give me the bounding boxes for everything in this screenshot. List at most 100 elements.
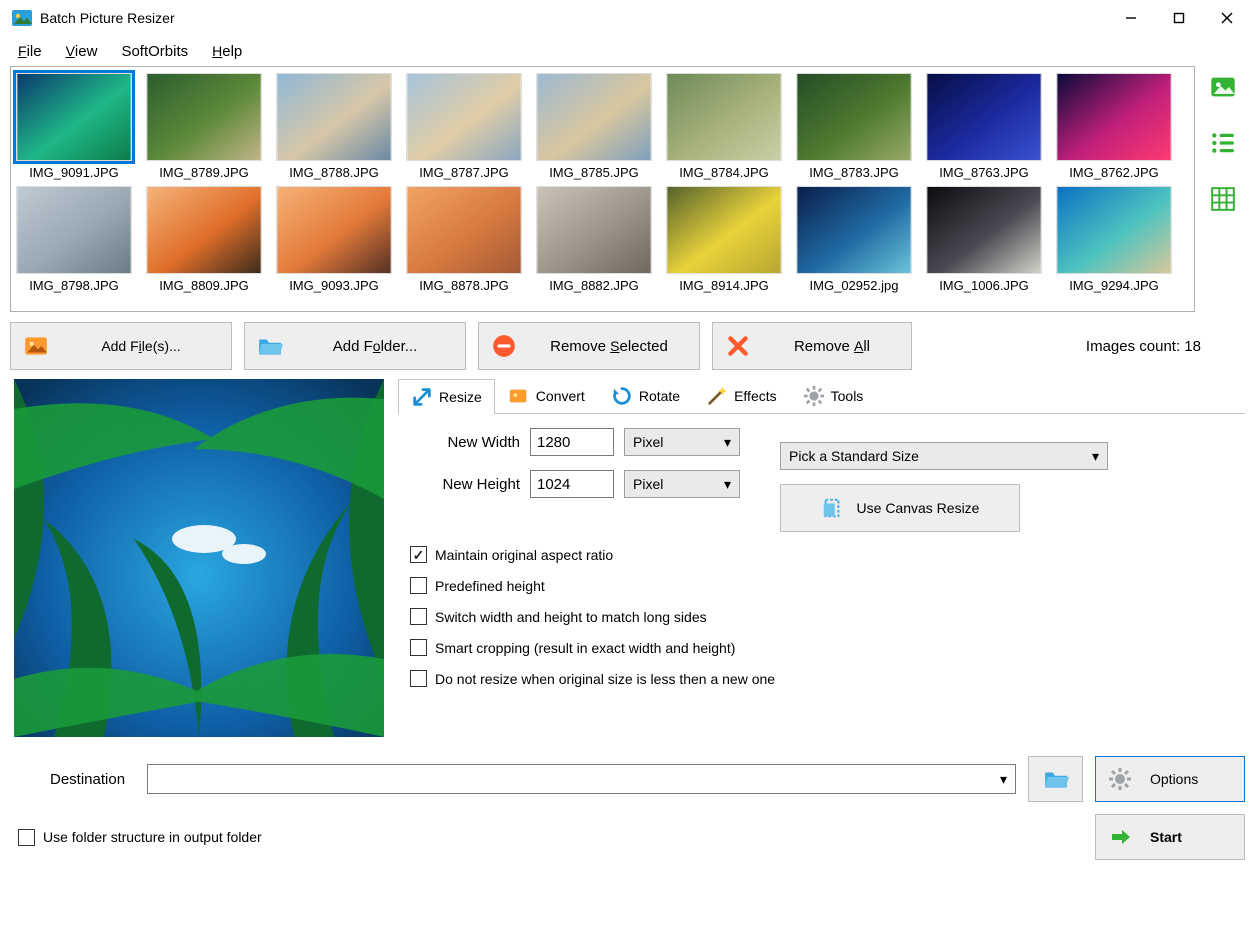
check-folder-structure[interactable]: Use folder structure in output folder xyxy=(18,829,262,846)
thumbnail-image xyxy=(406,73,522,161)
thumbnail-item[interactable]: IMG_8789.JPG xyxy=(145,73,263,180)
thumbnail-item[interactable]: IMG_8787.JPG xyxy=(405,73,523,180)
use-canvas-resize-button[interactable]: Use Canvas Resize xyxy=(780,484,1020,532)
thumbnail-image xyxy=(276,186,392,274)
remove-all-icon xyxy=(725,333,751,359)
remove-all-button[interactable]: Remove All xyxy=(712,322,912,370)
options-button[interactable]: Options xyxy=(1095,756,1245,802)
check-smart-cropping[interactable]: Smart cropping (result in exact width an… xyxy=(410,639,1233,656)
thumbnail-item[interactable]: IMG_8914.JPG xyxy=(665,186,783,293)
chevron-down-icon: ▾ xyxy=(724,434,731,451)
thumbnail-image xyxy=(666,186,782,274)
tab-label: Resize xyxy=(439,389,482,405)
height-unit-select[interactable]: Pixel ▾ xyxy=(624,470,740,498)
checkbox-label: Do not resize when original size is less… xyxy=(435,671,775,687)
view-mode-bar xyxy=(1201,66,1245,312)
thumbnail-item[interactable]: IMG_8798.JPG xyxy=(15,186,133,293)
button-label: Add Folder... xyxy=(297,338,453,355)
folder-open-icon xyxy=(257,333,283,359)
view-list-icon[interactable] xyxy=(1208,128,1238,158)
check-switch-sides[interactable]: Switch width and height to match long si… xyxy=(410,608,1233,625)
thumbnail-item[interactable]: IMG_02952.jpg xyxy=(795,186,913,293)
checkbox-label: Switch width and height to match long si… xyxy=(435,609,707,625)
rotate-icon xyxy=(611,385,633,407)
thumbnail-item[interactable]: IMG_1006.JPG xyxy=(925,186,1043,293)
tab-convert[interactable]: Convert xyxy=(495,378,598,413)
thumbnail-item[interactable]: IMG_8788.JPG xyxy=(275,73,393,180)
thumbnail-label: IMG_9294.JPG xyxy=(1069,278,1159,293)
standard-size-select[interactable]: Pick a Standard Size ▾ xyxy=(780,442,1108,470)
thumbnail-item[interactable]: IMG_8809.JPG xyxy=(145,186,263,293)
thumbnail-item[interactable]: IMG_8763.JPG xyxy=(925,73,1043,180)
checkbox-icon xyxy=(410,639,427,656)
thumbnail-image xyxy=(536,73,652,161)
resize-icon xyxy=(411,386,433,408)
thumbnail-label: IMG_8914.JPG xyxy=(679,278,769,293)
button-label: Add File(s)... xyxy=(63,338,219,355)
thumbnail-item[interactable]: IMG_8785.JPG xyxy=(535,73,653,180)
thumbnail-label: IMG_9091.JPG xyxy=(29,165,119,180)
thumbnail-label: IMG_8788.JPG xyxy=(289,165,379,180)
tab-resize[interactable]: Resize xyxy=(398,379,495,414)
effects-icon xyxy=(706,385,728,407)
button-label: Options xyxy=(1150,771,1198,787)
thumbnail-image xyxy=(926,73,1042,161)
checkbox-label: Predefined height xyxy=(435,578,545,594)
thumbnail-item[interactable]: IMG_9093.JPG xyxy=(275,186,393,293)
images-count-label: Images count: 18 xyxy=(1086,338,1245,355)
thumbnail-label: IMG_8783.JPG xyxy=(809,165,899,180)
view-thumbnails-icon[interactable] xyxy=(1208,72,1238,102)
destination-label: Destination xyxy=(10,771,135,788)
thumbnail-label: IMG_8785.JPG xyxy=(549,165,639,180)
check-aspect-ratio[interactable]: Maintain original aspect ratio xyxy=(410,546,1233,563)
app-icon xyxy=(10,6,34,30)
thumbnail-image xyxy=(1056,73,1172,161)
add-folder-button[interactable]: Add Folder... xyxy=(244,322,466,370)
menu-view[interactable]: View xyxy=(56,39,108,64)
convert-icon xyxy=(508,385,530,407)
view-grid-icon[interactable] xyxy=(1208,184,1238,214)
window-title: Batch Picture Resizer xyxy=(40,10,1107,26)
thumbnail-item[interactable]: IMG_8882.JPG xyxy=(535,186,653,293)
minimize-button[interactable] xyxy=(1107,0,1155,36)
new-height-input[interactable] xyxy=(530,470,614,498)
browse-folder-button[interactable] xyxy=(1028,756,1083,802)
destination-combobox[interactable]: ▾ xyxy=(147,764,1016,794)
width-unit-select[interactable]: Pixel ▾ xyxy=(624,428,740,456)
thumbnail-image xyxy=(146,73,262,161)
select-value: Pick a Standard Size xyxy=(789,448,919,464)
new-height-label: New Height xyxy=(410,476,520,493)
maximize-button[interactable] xyxy=(1155,0,1203,36)
thumbnail-image xyxy=(796,186,912,274)
button-label: Remove Selected xyxy=(531,338,687,355)
close-button[interactable] xyxy=(1203,0,1251,36)
tab-rotate[interactable]: Rotate xyxy=(598,378,693,413)
thumbnail-label: IMG_8809.JPG xyxy=(159,278,249,293)
chevron-down-icon: ▾ xyxy=(1092,448,1099,465)
thumbnail-label: IMG_8762.JPG xyxy=(1069,165,1159,180)
thumbnail-item[interactable]: IMG_8762.JPG xyxy=(1055,73,1173,180)
main-toolbar: Add File(s)... Add Folder... Remove Sele… xyxy=(10,322,1245,370)
thumbnail-item[interactable]: IMG_9294.JPG xyxy=(1055,186,1173,293)
remove-selected-button[interactable]: Remove Selected xyxy=(478,322,700,370)
preview-pane xyxy=(10,378,388,738)
thumbnail-item[interactable]: IMG_8784.JPG xyxy=(665,73,783,180)
menu-softorbits[interactable]: SoftOrbits xyxy=(111,39,198,64)
thumbnail-item[interactable]: IMG_8878.JPG xyxy=(405,186,523,293)
new-width-label: New Width xyxy=(410,434,520,451)
thumbnail-label: IMG_8878.JPG xyxy=(419,278,509,293)
menu-file[interactable]: File xyxy=(8,39,52,64)
thumbnail-item[interactable]: IMG_9091.JPG xyxy=(15,73,133,180)
new-width-input[interactable] xyxy=(530,428,614,456)
tab-strip: Resize Convert Rotate Effects Tools xyxy=(398,378,1245,414)
tab-effects[interactable]: Effects xyxy=(693,378,790,413)
check-no-upscale[interactable]: Do not resize when original size is less… xyxy=(410,670,1233,687)
check-predefined-height[interactable]: Predefined height xyxy=(410,577,1233,594)
menu-help[interactable]: Help xyxy=(202,39,252,64)
button-label: Start xyxy=(1150,829,1182,845)
tab-tools[interactable]: Tools xyxy=(790,378,877,413)
start-button[interactable]: Start xyxy=(1095,814,1245,860)
add-files-button[interactable]: Add File(s)... xyxy=(10,322,232,370)
thumbnail-label: IMG_1006.JPG xyxy=(939,278,1029,293)
thumbnail-item[interactable]: IMG_8783.JPG xyxy=(795,73,913,180)
